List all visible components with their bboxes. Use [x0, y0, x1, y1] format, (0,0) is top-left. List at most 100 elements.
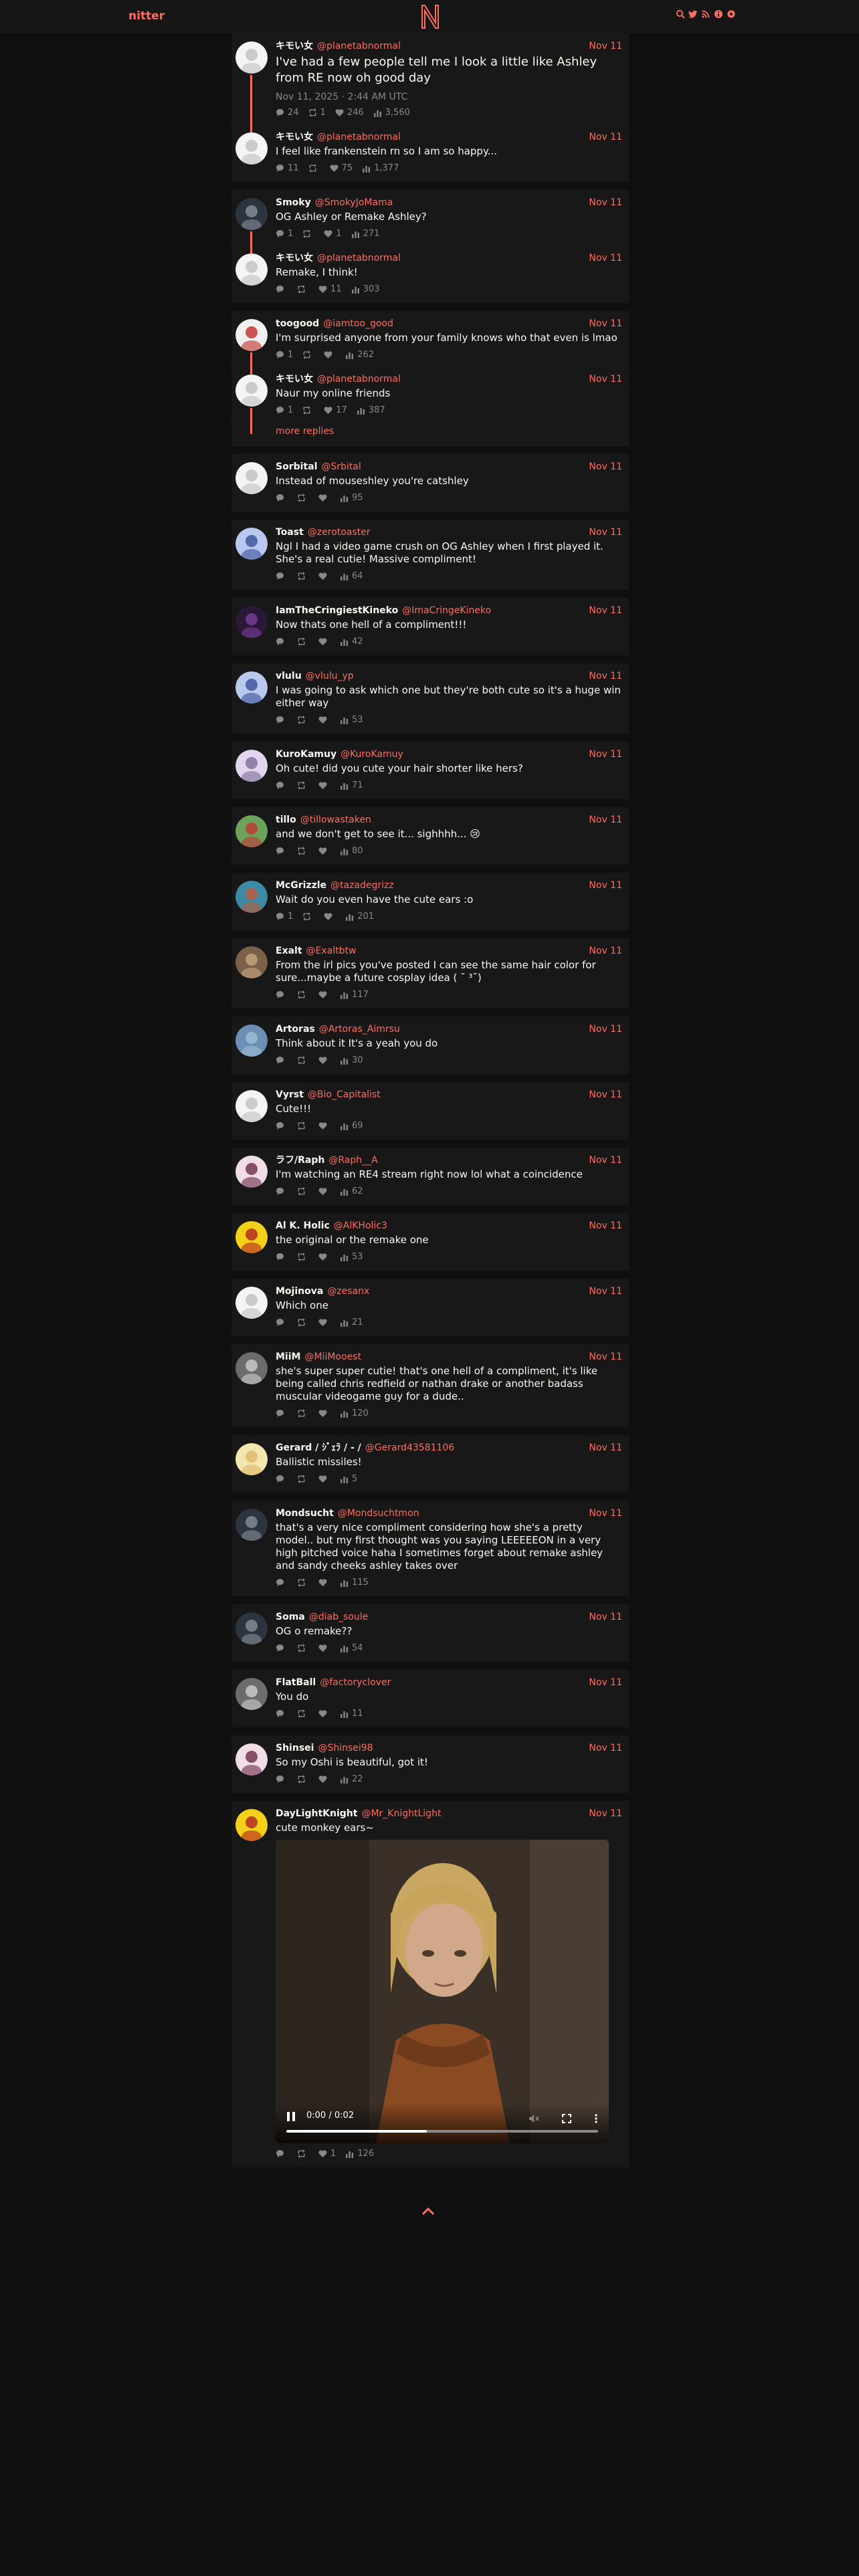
reply-stat[interactable]: [276, 716, 288, 724]
retweet-stat[interactable]: [297, 780, 309, 790]
tweet-date-link[interactable]: Nov 11: [589, 318, 622, 330]
username-link[interactable]: @Mr_KnightLight: [361, 1808, 441, 1820]
like-stat[interactable]: [318, 1775, 330, 1784]
username-link[interactable]: @diab_soule: [309, 1611, 368, 1623]
views-stat[interactable]: 271: [351, 229, 379, 239]
info-icon[interactable]: [714, 9, 723, 19]
tweet-date-link[interactable]: Nov 11: [589, 1220, 622, 1232]
fullname-link[interactable]: Smoky: [276, 197, 311, 209]
tweet[interactable]: Exalt @Exaltbtw Nov 11 From the irl pics yo…: [231, 938, 629, 1006]
tweet[interactable]: キモい女 @planetabnormal Nov 11 Naur my online …: [231, 366, 629, 429]
avatar[interactable]: [235, 1678, 268, 1710]
like-stat[interactable]: [318, 781, 330, 790]
views-stat[interactable]: 262: [345, 350, 374, 360]
like-stat[interactable]: [318, 494, 330, 502]
avatar[interactable]: [235, 374, 268, 407]
avatar[interactable]: [235, 319, 268, 351]
like-stat[interactable]: [318, 1709, 330, 1718]
tweet-date-link[interactable]: Nov 11: [589, 814, 622, 826]
views-stat[interactable]: 42: [340, 637, 363, 647]
views-stat[interactable]: 11: [340, 1709, 363, 1719]
tweet[interactable]: Mondsucht @Mondsuchtmon Nov 11 that's a ver…: [231, 1501, 629, 1594]
fullname-link[interactable]: Mondsucht: [276, 1507, 334, 1519]
twitter-icon[interactable]: [688, 9, 698, 19]
retweet-stat[interactable]: [297, 1317, 309, 1327]
reply-stat[interactable]: [276, 1056, 288, 1065]
reply-stat[interactable]: 24: [276, 108, 299, 118]
retweet-stat[interactable]: [297, 1121, 309, 1130]
username-link[interactable]: @Artoras_Aimrsu: [319, 1023, 400, 1035]
tweet[interactable]: Smoky @SmokyJoMama Nov 11 OG Ashley or Rema…: [231, 190, 629, 253]
username-link[interactable]: @zerotoaster: [308, 526, 371, 538]
reply-stat[interactable]: [276, 1775, 288, 1784]
like-stat[interactable]: 1: [324, 229, 342, 239]
muted-icon[interactable]: [529, 2114, 539, 2123]
tweet-date-link[interactable]: Nov 11: [589, 40, 622, 52]
gear-icon[interactable]: [727, 9, 736, 19]
views-stat[interactable]: 64: [340, 571, 363, 581]
fullname-link[interactable]: キモい女: [276, 40, 313, 52]
reply-stat[interactable]: [276, 1578, 288, 1587]
tweet-date-link[interactable]: Nov 11: [589, 252, 622, 264]
fullname-link[interactable]: tillo: [276, 814, 296, 826]
like-stat[interactable]: 1: [318, 2149, 336, 2159]
brand-link[interactable]: nitter: [128, 9, 165, 23]
reply-stat[interactable]: [276, 990, 288, 999]
retweet-stat[interactable]: [297, 715, 309, 724]
avatar[interactable]: [235, 1025, 268, 1057]
like-stat[interactable]: [318, 1475, 330, 1483]
reply-stat[interactable]: [276, 1409, 288, 1418]
fullname-link[interactable]: Artoras: [276, 1023, 315, 1035]
username-link[interactable]: @MiiMooest: [304, 1351, 361, 1363]
fullname-link[interactable]: キモい女: [276, 131, 313, 143]
views-stat[interactable]: 22: [340, 1774, 363, 1784]
reply-stat[interactable]: 1: [276, 229, 293, 239]
tweet[interactable]: vlulu @vlulu_yp Nov 11 I was going to ask w…: [231, 663, 629, 731]
username-link[interactable]: @iamtoo_good: [323, 318, 393, 330]
like-stat[interactable]: [318, 716, 330, 724]
like-stat[interactable]: [318, 572, 330, 580]
views-stat[interactable]: 71: [340, 780, 363, 790]
like-stat[interactable]: 246: [335, 108, 364, 118]
tweet[interactable]: Vyrst @Bio_Capitalist Nov 11 Cute!!! 69: [231, 1082, 629, 1137]
username-link[interactable]: @AlKHolic3: [334, 1220, 387, 1232]
username-link[interactable]: @Shinsei98: [318, 1742, 373, 1754]
avatar[interactable]: [235, 1287, 268, 1319]
fullname-link[interactable]: DayLightKnight: [276, 1808, 357, 1820]
tweet-date-link[interactable]: Nov 11: [589, 1442, 622, 1454]
like-stat[interactable]: [318, 1409, 330, 1418]
tweet-date-link[interactable]: Nov 11: [589, 1351, 622, 1363]
like-stat[interactable]: [318, 990, 330, 999]
fullscreen-icon[interactable]: [562, 2114, 571, 2123]
fullname-link[interactable]: Mojinova: [276, 1285, 323, 1297]
like-stat[interactable]: [318, 1121, 330, 1130]
avatar[interactable]: [235, 815, 268, 847]
reply-stat[interactable]: [276, 637, 288, 646]
views-stat[interactable]: 387: [357, 405, 385, 415]
avatar[interactable]: [235, 1221, 268, 1253]
retweet-stat[interactable]: [297, 493, 309, 502]
retweet-stat[interactable]: [302, 911, 314, 921]
username-link[interactable]: @planetabnormal: [317, 40, 401, 52]
nitter-logo-icon[interactable]: [420, 4, 440, 29]
avatar[interactable]: [235, 671, 268, 704]
tweet-date-link[interactable]: Nov 11: [589, 1154, 622, 1166]
pause-icon[interactable]: [286, 2111, 296, 2122]
reply-stat[interactable]: [276, 572, 288, 580]
views-stat[interactable]: 95: [340, 493, 363, 503]
tweet[interactable]: キモい女 @planetabnormal Nov 11 I've had a few …: [231, 33, 629, 132]
tweet-date-link[interactable]: Nov 11: [589, 1285, 622, 1297]
username-link[interactable]: @planetabnormal: [317, 252, 401, 264]
like-stat[interactable]: [318, 847, 330, 855]
reply-stat[interactable]: [276, 1644, 288, 1652]
reply-stat[interactable]: [276, 781, 288, 790]
avatar[interactable]: [235, 750, 268, 782]
tweet[interactable]: IamTheCringiestKineko @ImaCringeKineko Nov…: [231, 598, 629, 653]
avatar[interactable]: [235, 1612, 268, 1644]
tweet[interactable]: KuroKamuy @KuroKamuy Nov 11 Oh cute! did yo…: [231, 742, 629, 796]
tweet-date-link[interactable]: Nov 11: [589, 748, 622, 760]
retweet-stat[interactable]: [297, 637, 309, 646]
fullname-link[interactable]: Gerard / ｼﾞｪﾗ / - /: [276, 1442, 361, 1454]
video-progress-bar[interactable]: [286, 2130, 598, 2133]
more-replies-link[interactable]: more replies: [231, 422, 629, 443]
